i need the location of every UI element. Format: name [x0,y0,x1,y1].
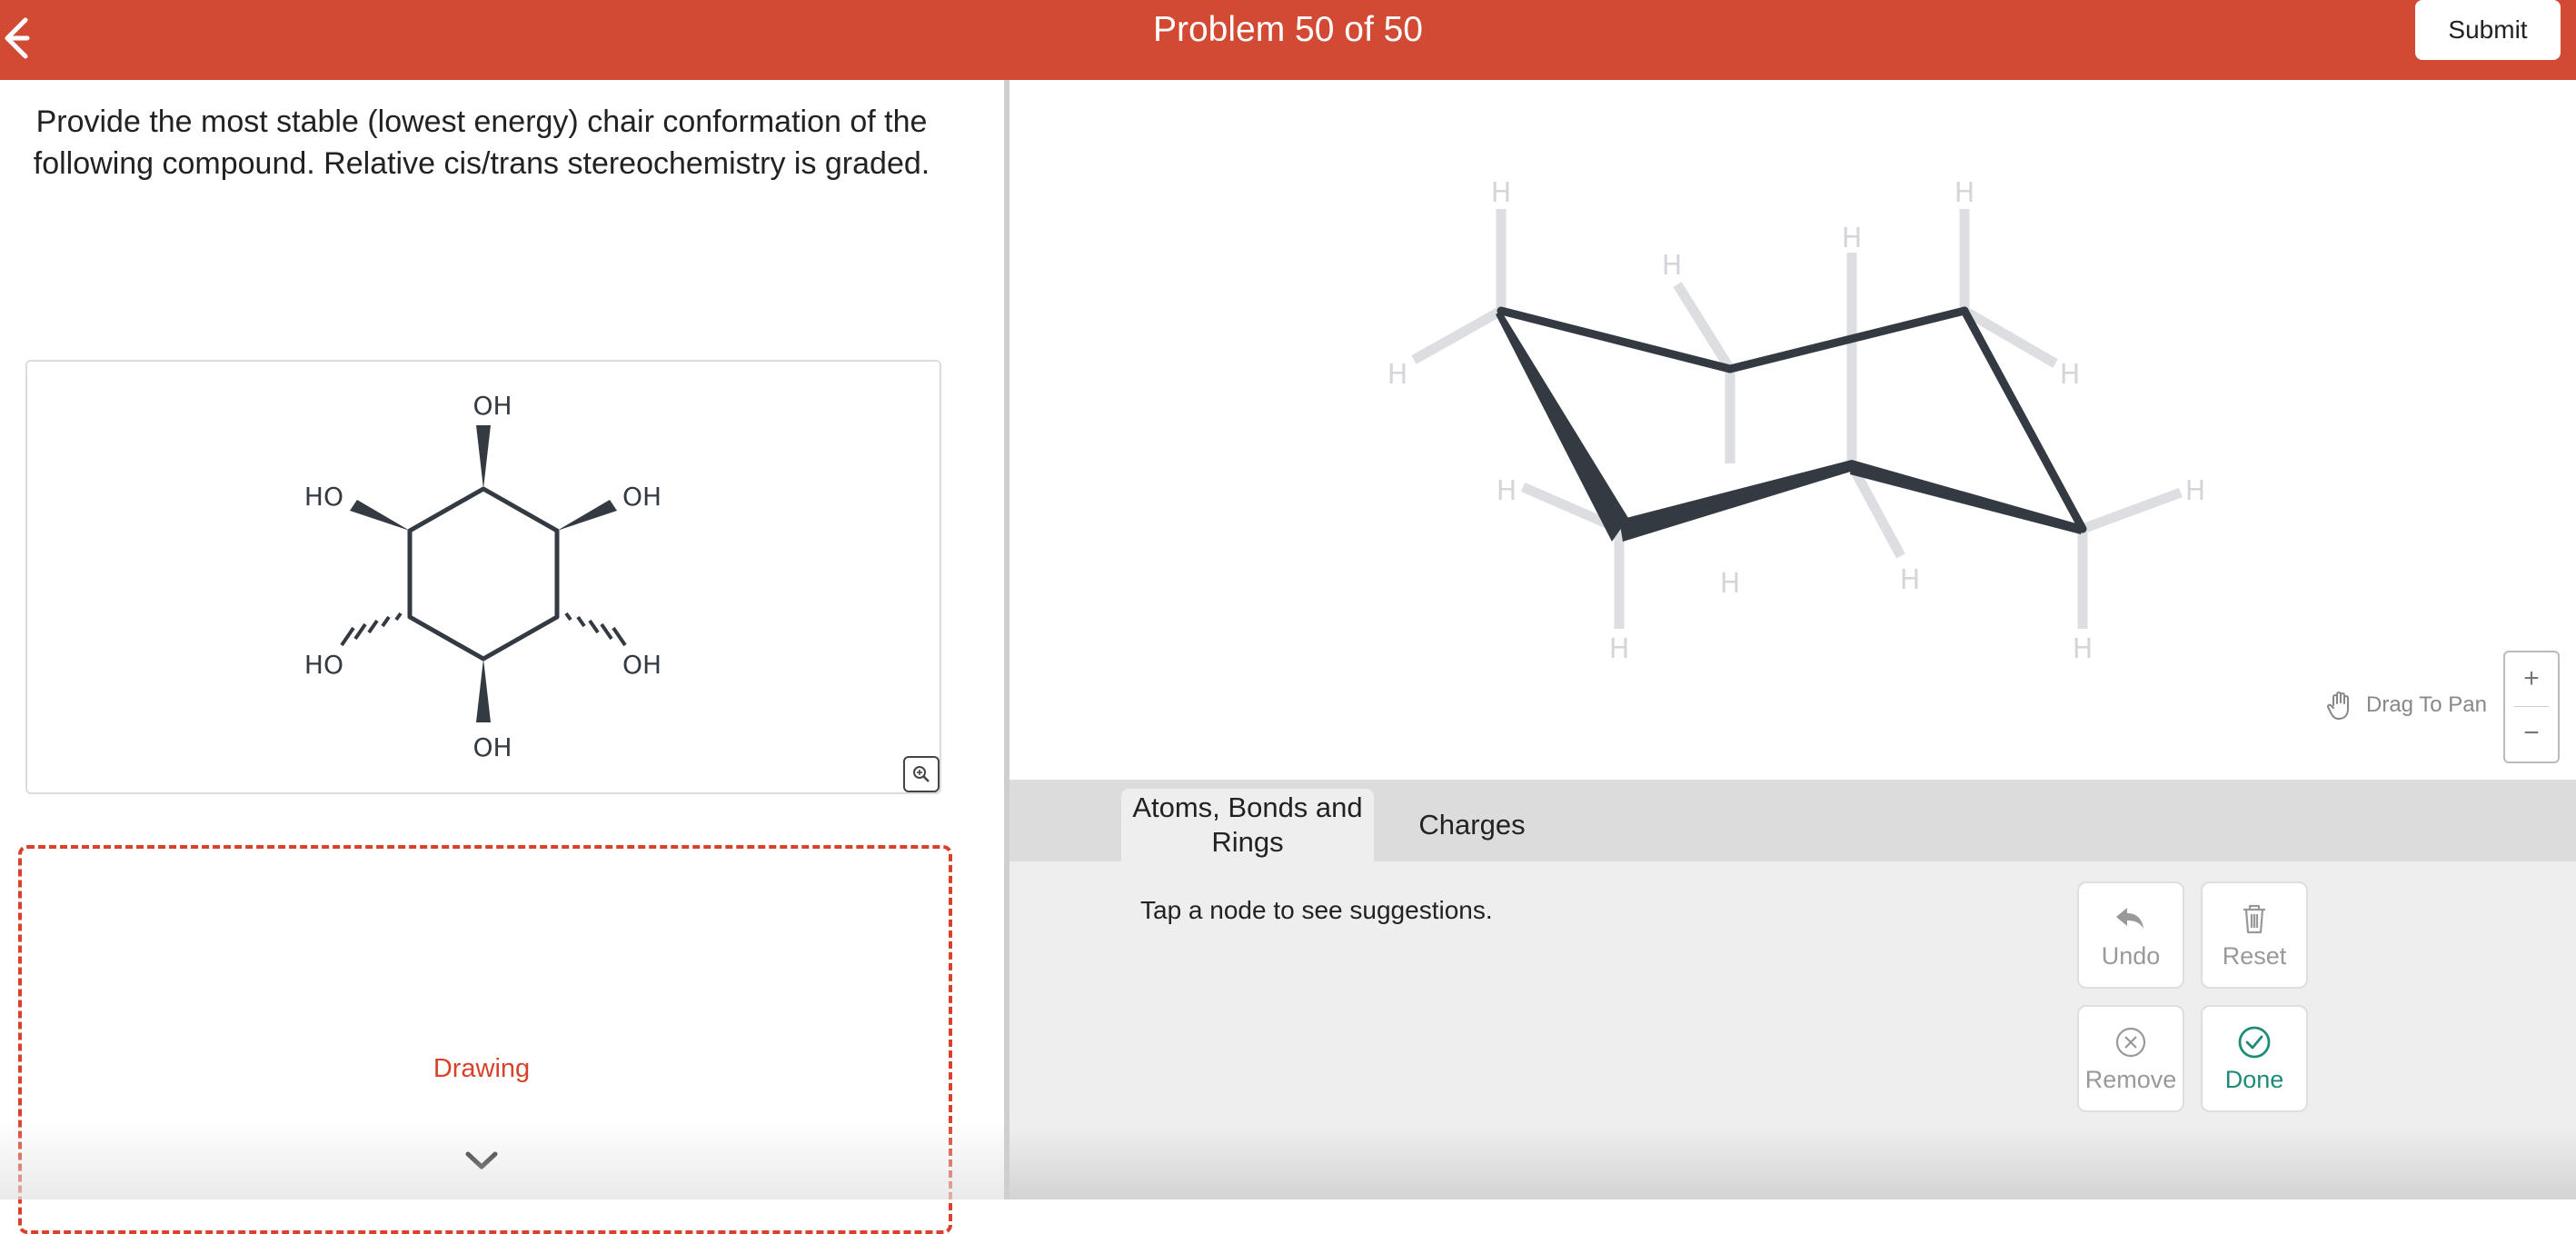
drawing-label: Drawing [433,1054,531,1083]
remove-icon [2115,1027,2146,1057]
trash-icon [2243,904,2265,933]
h-label: H [1387,359,1408,391]
done-label: Done [2224,1065,2284,1093]
label-lower-right-oh: OH [622,650,661,680]
h-label: H [1900,564,1921,596]
h-label: H [1662,250,1683,282]
h-label: H [1842,223,1863,254]
ring-hexagon [407,486,560,662]
h-label: H [1954,177,1975,209]
problem-title: Problem 50 of 50 [1152,10,1423,49]
wedge-bond-bottom [476,659,491,722]
expand-drawing-button[interactable] [459,1147,504,1174]
inositol-structure: OH HO OH HO OH OH [304,391,661,762]
h-label: H [1497,475,1517,507]
question-text: Provide the most stable (lowest energy) … [33,104,930,181]
done-button[interactable]: Done [2201,1005,2308,1112]
molecule-figure: OH HO OH HO OH OH [25,360,941,794]
wedge-front-middle [1619,460,1854,542]
undo-button[interactable]: Undo [2077,881,2184,989]
hash-bond-lower-right [564,612,627,647]
drawing-answer-box[interactable] [18,845,952,1234]
zoom-in-icon [913,766,930,782]
h-label: H [2185,475,2206,507]
hand-icon [2327,692,2349,720]
label-lower-left-ho: HO [304,650,343,680]
drawing-canvas[interactable]: H H H H H H H H H H H H [1010,80,2576,780]
zoom-in-button[interactable]: + [2505,652,2558,705]
h-label: H [2060,359,2081,391]
drag-to-pan-hint: Drag To Pan [2326,687,2487,723]
chair-conformation: H H H H H H H H H H H H [1387,177,2206,665]
h-label: H [1720,568,1741,600]
suggestions-hint: Tap a node to see suggestions. [1140,896,1493,924]
ring-back-bonds [1497,306,2087,533]
molecule-zoom-button[interactable] [903,756,940,792]
reset-label: Reset [2222,941,2287,970]
h-label: H [2073,633,2094,665]
label-upper-left-ho: HO [304,482,343,512]
reset-button[interactable]: Reset [2201,881,2308,989]
label-bottom-oh: OH [472,732,512,762]
h-label: H [1609,633,1630,665]
label-top-oh: OH [472,391,512,421]
check-circle-icon [2238,1026,2271,1058]
pan-hint-label: Drag To Pan [2366,692,2487,717]
hash-bond-lower-left [340,612,403,647]
wedge-bond-top [476,425,491,489]
remove-button[interactable]: Remove [2077,1005,2184,1112]
canvas-zoom-control: + − [2503,651,2560,763]
tab-charges[interactable]: Charges [1399,789,1545,861]
wedge-bond-upper-left [350,500,410,531]
zoom-out-button[interactable]: − [2505,707,2558,760]
h-label: H [1491,177,1512,209]
tab-atoms-bonds-rings[interactable]: Atoms, Bonds and Rings [1121,789,1374,861]
chevron-down-icon [465,1151,498,1169]
undo-icon [2116,907,2143,929]
label-upper-right-oh: OH [622,482,661,512]
hydrogen-bonds [1411,209,2183,629]
undo-label: Undo [2101,941,2161,970]
wedge-bond-upper-right [557,500,617,531]
submit-button[interactable]: Submit [2415,0,2561,60]
remove-label: Remove [2084,1065,2177,1093]
